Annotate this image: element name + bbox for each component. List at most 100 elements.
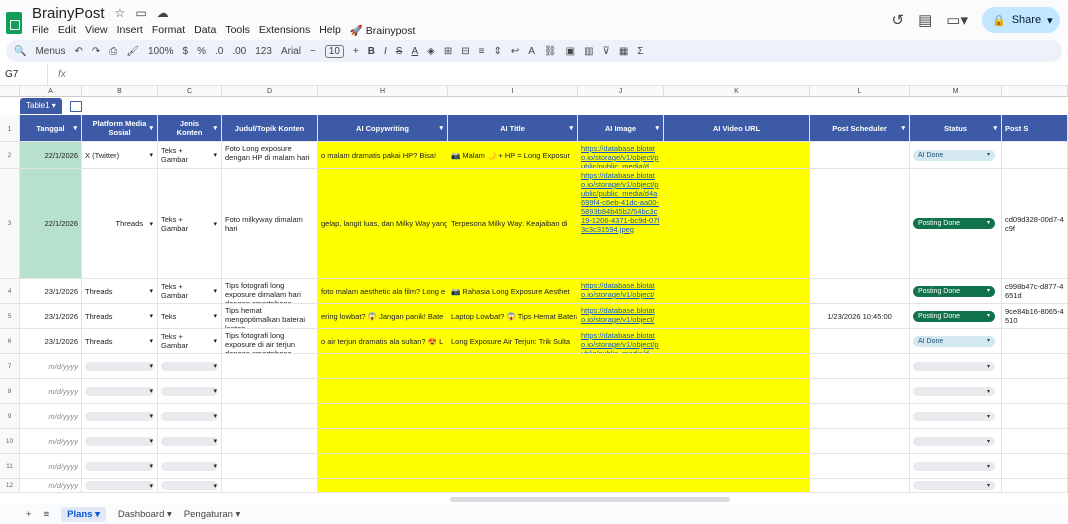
col-header-j[interactable]: J xyxy=(578,86,664,97)
menu-format[interactable]: Format xyxy=(152,24,185,36)
cell-tanggal[interactable]: 22/1/2026 xyxy=(20,169,82,279)
cell-tanggal[interactable]: 23/1/2026 xyxy=(20,279,82,304)
cell-ai-image[interactable] xyxy=(578,404,664,429)
cell-ai-title[interactable] xyxy=(448,354,578,379)
status-dropdown[interactable]: Posting Done ▾ xyxy=(913,285,995,297)
cell-platform[interactable]: ▾ xyxy=(82,404,158,429)
cell-judul[interactable] xyxy=(222,479,318,493)
header-platform[interactable]: Platform Media Sosial ▾ xyxy=(82,115,158,142)
cell-status[interactable]: Posting Done ▾ xyxy=(910,304,1002,329)
platform-dropdown[interactable] xyxy=(85,481,154,490)
cell-post-scheduler[interactable] xyxy=(810,169,910,279)
cell-post-scheduler[interactable] xyxy=(810,379,910,404)
cell-jenis[interactable]: ▾ xyxy=(158,379,222,404)
row-header[interactable]: 12 xyxy=(0,479,20,493)
cell-post-scheduler[interactable] xyxy=(810,479,910,493)
cell-judul[interactable] xyxy=(222,379,318,404)
menu-brainypost[interactable]: 🚀 Brainypost xyxy=(350,24,416,37)
cell-judul[interactable]: Foto Long exposure dengan HP di malam ha… xyxy=(222,142,318,169)
header-ai-title[interactable]: AI Title ▾ xyxy=(448,115,578,142)
cell-tanggal[interactable]: 23/1/2026 xyxy=(20,304,82,329)
menu-data[interactable]: Data xyxy=(194,24,216,36)
cell-jenis[interactable]: ▾ xyxy=(158,454,222,479)
cell-post-scheduler[interactable] xyxy=(810,279,910,304)
cell-jenis[interactable]: Teks + Gambar ▾ xyxy=(158,329,222,354)
jenis-dropdown[interactable] xyxy=(161,461,218,471)
cell-ai-image[interactable]: https://database.blotato.io/storage/v1/o… xyxy=(578,142,664,169)
cell-ai-image[interactable] xyxy=(578,479,664,493)
cell-tanggal[interactable]: 22/1/2026 xyxy=(20,142,82,169)
table-name-chip[interactable]: Table1 ▾ xyxy=(20,98,62,114)
row-header[interactable]: 7 xyxy=(0,354,20,379)
col-header-i[interactable]: I xyxy=(448,86,578,97)
menu-edit[interactable]: Edit xyxy=(58,24,76,36)
cell-platform[interactable]: X (Twitter) ▾ xyxy=(82,142,158,169)
all-sheets-icon[interactable]: ≡ xyxy=(44,509,50,520)
cell-judul[interactable] xyxy=(222,404,318,429)
jenis-dropdown[interactable] xyxy=(161,411,218,421)
cell-platform[interactable]: Threads ▾ xyxy=(82,169,158,279)
cell-ai-copywriting[interactable]: foto malam aesthetic ala film? Long e xyxy=(318,279,448,304)
cell-ai-image[interactable]: https://database.blotato.io/storage/v1/o… xyxy=(578,304,664,329)
cell-post-id[interactable]: 9ce84b16-8065-4510 xyxy=(1002,304,1068,329)
horizontal-scrollbar[interactable] xyxy=(450,497,730,502)
platform-dropdown[interactable] xyxy=(85,361,154,371)
status-dropdown[interactable]: ▾ xyxy=(913,436,995,446)
cell-ai-copywriting[interactable]: gelap, langit luas, dan Milky Way yang xyxy=(318,169,448,279)
jenis-dropdown[interactable] xyxy=(161,481,218,490)
cell-ai-copywriting[interactable]: o malam dramatis pakai HP? Bisa! xyxy=(318,142,448,169)
row-header[interactable]: 2 xyxy=(0,142,20,169)
cell-post-id[interactable] xyxy=(1002,329,1068,354)
fill-color-icon[interactable]: ◈ xyxy=(427,46,435,57)
functions-icon[interactable]: Σ xyxy=(637,46,643,57)
cell-ai-title[interactable] xyxy=(448,479,578,493)
cell-platform[interactable]: ▾ xyxy=(82,429,158,454)
link-icon[interactable]: ⛓ xyxy=(544,46,557,57)
cell-jenis[interactable]: Teks ▾ xyxy=(158,304,222,329)
col-header-m[interactable]: M xyxy=(910,86,1002,97)
cell-ai-title[interactable] xyxy=(448,404,578,429)
history-icon[interactable]: ↺ xyxy=(892,11,905,29)
cell-post-id[interactable]: cd09d328-00d7-4c9f xyxy=(1002,169,1068,279)
table-view-icon[interactable] xyxy=(69,100,82,112)
cell-status[interactable]: Posting Done ▾ xyxy=(910,279,1002,304)
cell-ai-video-url[interactable] xyxy=(664,169,810,279)
chart-icon[interactable]: ▥ xyxy=(584,46,593,57)
cell-ai-video-url[interactable] xyxy=(664,304,810,329)
cell-post-id[interactable] xyxy=(1002,354,1068,379)
cell-status[interactable]: ▾ xyxy=(910,379,1002,404)
header-status[interactable]: Status ▾ xyxy=(910,115,1002,142)
cell-post-scheduler[interactable] xyxy=(810,429,910,454)
cell-judul[interactable]: Tips fotografi long exposure di air terj… xyxy=(222,329,318,354)
cell-ai-video-url[interactable] xyxy=(664,454,810,479)
cell-ai-video-url[interactable] xyxy=(664,329,810,354)
text-wrap-icon[interactable]: ↩ xyxy=(511,46,519,57)
col-header-a[interactable]: A xyxy=(20,86,82,97)
cell-ai-video-url[interactable] xyxy=(664,142,810,169)
header-jenis[interactable]: Jenis Konten ▾ xyxy=(158,115,222,142)
cell-ai-image[interactable] xyxy=(578,379,664,404)
cell-ai-copywriting[interactable] xyxy=(318,379,448,404)
cell-jenis[interactable]: Teks + Gambar ▾ xyxy=(158,169,222,279)
menu-file[interactable]: File xyxy=(32,24,49,36)
cell-post-scheduler[interactable]: 1/23/2026 10:45:00 xyxy=(810,304,910,329)
cell-jenis[interactable]: ▾ xyxy=(158,354,222,379)
text-color-icon[interactable]: A xyxy=(411,46,418,57)
cell-post-id[interactable] xyxy=(1002,379,1068,404)
cell-post-id[interactable] xyxy=(1002,454,1068,479)
col-header-h[interactable]: H xyxy=(318,86,448,97)
header-tanggal[interactable]: Tanggal ▾ xyxy=(20,115,82,142)
search-menus-icon[interactable]: 🔍 xyxy=(14,46,26,57)
cell-ai-title[interactable] xyxy=(448,379,578,404)
header-ai-video-url[interactable]: AI Video URL xyxy=(664,115,810,142)
menu-extensions[interactable]: Extensions xyxy=(259,24,310,36)
tab-pengaturan[interactable]: Pengaturan ▾ xyxy=(184,509,241,520)
cell-ai-copywriting[interactable] xyxy=(318,454,448,479)
cell-post-scheduler[interactable] xyxy=(810,142,910,169)
bold-icon[interactable]: B xyxy=(368,46,375,57)
row-header[interactable]: 9 xyxy=(0,404,20,429)
add-sheet-icon[interactable]: + xyxy=(26,509,32,520)
cell-post-scheduler[interactable] xyxy=(810,454,910,479)
cell-ai-copywriting[interactable]: ering lowbat? 😱 Jangan panik! Bate xyxy=(318,304,448,329)
menu-tools[interactable]: Tools xyxy=(225,24,250,36)
